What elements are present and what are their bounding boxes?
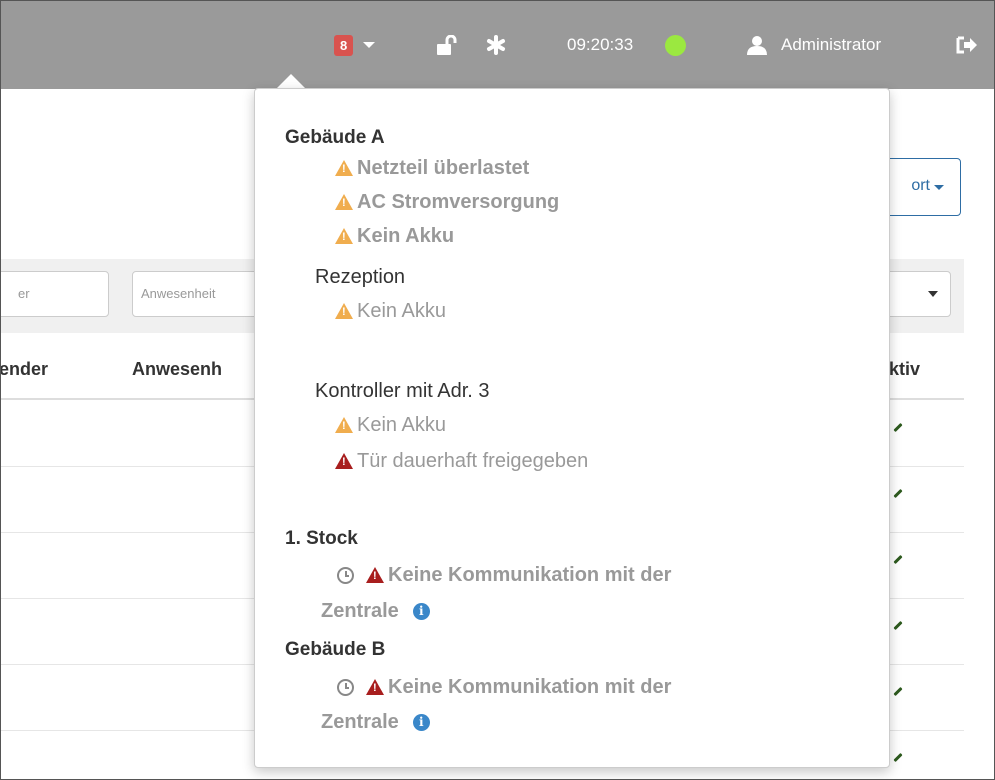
- alert-item[interactable]: AC Stromversorgung: [335, 189, 559, 215]
- edit-icon[interactable]: [893, 620, 903, 631]
- caret-down-icon: [363, 42, 376, 48]
- top-navbar: 8 09:20:33 Administrator: [1, 1, 994, 89]
- alert-item-continued[interactable]: Zentrale i: [321, 598, 430, 624]
- alert-item[interactable]: Kein Akku: [335, 298, 446, 324]
- warning-icon: [335, 303, 353, 319]
- alert-item[interactable]: Keine Kommunikation mit der: [337, 674, 671, 700]
- attendance-filter-input[interactable]: Anwesenheit: [132, 271, 262, 317]
- edit-icon[interactable]: [893, 752, 903, 763]
- info-icon[interactable]: i: [412, 713, 430, 731]
- danger-icon: [366, 679, 384, 695]
- user-icon: [747, 36, 767, 55]
- edit-icon[interactable]: [893, 422, 903, 433]
- unlock-icon[interactable]: [437, 1, 459, 89]
- alarm-count-badge: 8: [334, 34, 354, 56]
- warning-icon: [335, 417, 353, 433]
- group-title: 1. Stock: [285, 528, 358, 549]
- danger-icon: [335, 453, 353, 469]
- group-title: Gebäude A: [285, 127, 385, 148]
- clock-icon: [337, 566, 354, 584]
- alert-item[interactable]: Kein Akku: [335, 412, 446, 438]
- alert-item[interactable]: Kein Akku: [335, 223, 454, 249]
- subgroup-title: Kontroller mit Adr. 3: [315, 380, 490, 402]
- warning-icon: [335, 228, 353, 244]
- alert-item[interactable]: Keine Kommunikation mit der: [337, 562, 671, 588]
- warning-icon: [335, 194, 353, 210]
- danger-icon: [366, 567, 384, 583]
- caret-down-icon: [928, 291, 938, 297]
- column-header-attendance[interactable]: Anwesenh: [132, 359, 222, 380]
- column-header-active[interactable]: ktiv: [889, 359, 920, 380]
- alarm-dropdown-toggle[interactable]: 8: [334, 1, 376, 89]
- alert-item-continued[interactable]: Zentrale i: [321, 709, 430, 735]
- info-icon[interactable]: i: [412, 602, 430, 620]
- warning-icon: [335, 160, 353, 176]
- popover-arrow: [277, 74, 305, 88]
- alert-item[interactable]: Netzteil überlastet: [335, 155, 529, 181]
- alert-item[interactable]: Tür dauerhaft freigegeben: [335, 448, 588, 474]
- user-name: Administrator: [781, 35, 882, 54]
- filter-input[interactable]: er: [1, 271, 109, 317]
- logout-icon[interactable]: [956, 1, 978, 89]
- alarm-popover: Gebäude A Netzteil überlastet AC Stromve…: [254, 88, 890, 768]
- connection-status-dot: [665, 1, 686, 89]
- user-menu[interactable]: Administrator: [747, 1, 881, 89]
- group-title: Gebäude B: [285, 639, 386, 660]
- caret-down-icon: [934, 185, 944, 190]
- edit-icon[interactable]: [893, 686, 903, 697]
- subgroup-title: Rezeption: [315, 266, 406, 288]
- app-window: 8 09:20:33 Administrator ort er Anwesenh…: [0, 0, 995, 780]
- clock-display: 09:20:33: [567, 35, 634, 54]
- asterisk-icon[interactable]: [486, 1, 506, 89]
- column-header[interactable]: ender: [1, 359, 48, 380]
- active-filter-select[interactable]: [881, 271, 951, 317]
- edit-icon[interactable]: [893, 488, 903, 499]
- clock-icon: [337, 678, 354, 696]
- edit-icon[interactable]: [893, 554, 903, 565]
